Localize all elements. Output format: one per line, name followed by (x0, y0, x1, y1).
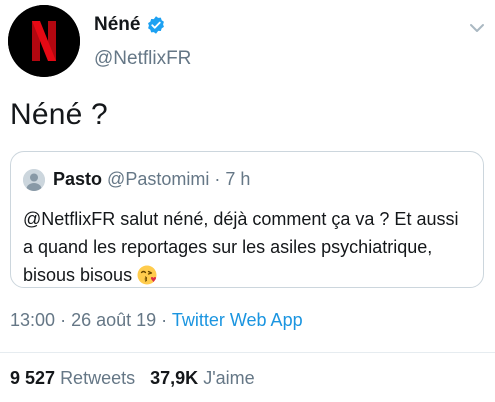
tweet-stats: 9 527 Retweets 37,9K J'aime (10, 368, 255, 389)
netflix-logo-icon (8, 5, 80, 77)
quoted-tweet[interactable]: Pasto @Pastomimi · 7 h @NetflixFR salut … (10, 151, 484, 288)
author-name-text: Néné (94, 14, 141, 35)
tweet-card: Néné @NetflixFR Néné ? Pasto @Pastomimi … (0, 0, 495, 402)
quoted-tweet-time[interactable]: 7 h (225, 169, 250, 189)
tweet-text: Néné ? (10, 98, 108, 131)
face-blowing-kiss-icon (137, 265, 157, 285)
source-link[interactable]: Twitter Web App (172, 310, 303, 330)
quoted-tweet-text: @NetflixFR salut néné, déjà comment ça v… (23, 205, 463, 289)
author-handle[interactable]: @NetflixFR (94, 48, 191, 70)
quoted-tweet-text-content: @NetflixFR salut néné, déjà comment ça v… (23, 209, 459, 285)
quoted-author-name[interactable]: Pasto (53, 169, 102, 189)
verified-badge-icon (148, 16, 165, 34)
quoted-author-handle[interactable]: @Pastomimi (107, 169, 209, 189)
author-avatar[interactable] (8, 5, 80, 77)
likes-stat[interactable]: 37,9K J'aime (150, 368, 255, 388)
retweets-stat[interactable]: 9 527 Retweets (10, 368, 140, 388)
tweet-time[interactable]: 13:00 (10, 310, 55, 330)
author-display-name[interactable]: Néné (94, 14, 166, 36)
separator-dot: · (214, 169, 221, 189)
separator-dot: · (60, 310, 67, 330)
likes-count: 37,9K (150, 368, 199, 388)
quoted-author-avatar[interactable] (23, 169, 45, 191)
divider (0, 352, 495, 353)
default-avatar-icon (23, 169, 45, 191)
tweet-date[interactable]: 26 août 19 (71, 310, 156, 330)
tweet-meta: 13:00 · 26 août 19 · Twitter Web App (10, 310, 303, 331)
chevron-down-icon[interactable] (469, 22, 485, 34)
retweets-count: 9 527 (10, 368, 56, 388)
retweets-label: Retweets (60, 368, 136, 388)
likes-label: J'aime (203, 368, 255, 388)
quoted-tweet-header: Pasto @Pastomimi · 7 h (53, 169, 250, 190)
separator-dot: · (161, 310, 168, 330)
